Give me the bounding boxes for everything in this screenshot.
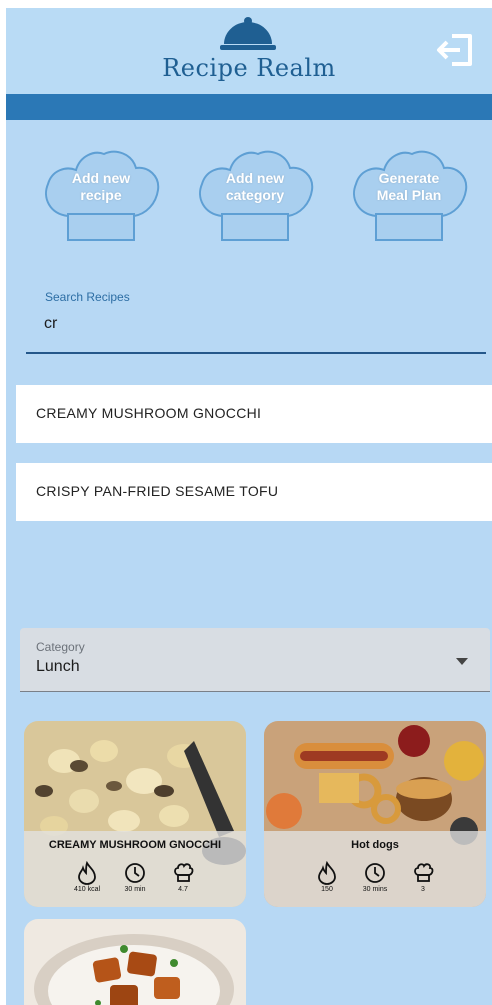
- calories-stat: 150: [302, 861, 352, 905]
- rating-stat: 3: [398, 861, 448, 905]
- search-input[interactable]: [36, 308, 476, 340]
- card-info-panel: CREAMY MUSHROOM GNOCCHI 410 kcal 30 min: [24, 831, 246, 907]
- card-title: Hot dogs: [351, 839, 399, 851]
- calories-stat: 410 kcal: [62, 861, 112, 905]
- recipe-card[interactable]: Hot dogs 150 30 mins 3: [264, 721, 486, 907]
- add-new-recipe-label: Add new recipe: [71, 170, 131, 203]
- recipe-card[interactable]: [24, 919, 246, 1005]
- generate-meal-plan-button[interactable]: Generate Meal Plan: [346, 140, 472, 242]
- recipe-photo-sesame-tofu: [24, 919, 246, 1005]
- add-new-category-button[interactable]: Add new category: [192, 140, 318, 242]
- generate-meal-plan-label: Generate Meal Plan: [376, 170, 442, 203]
- flame-icon: [78, 861, 96, 885]
- clock-icon: [125, 863, 145, 883]
- add-new-category-label: Add new category: [225, 170, 285, 203]
- flame-icon: [318, 861, 336, 885]
- header-band: [6, 94, 492, 120]
- dropdown-arrow-icon: [456, 658, 468, 665]
- rating-stat: 4.7: [158, 861, 208, 905]
- time-stat: 30 min: [110, 861, 160, 905]
- category-value: Lunch: [36, 658, 80, 675]
- cloche-icon: [220, 17, 276, 50]
- time-value: 30 min: [124, 886, 146, 893]
- app-screen: Recipe Realm Add new recipe Add new cate…: [6, 8, 492, 1005]
- card-title: CREAMY MUSHROOM GNOCCHI: [48, 839, 222, 851]
- add-new-recipe-button[interactable]: Add new recipe: [38, 140, 164, 242]
- category-select[interactable]: Category Lunch: [20, 628, 490, 692]
- card-stats: 150 30 mins 3: [264, 861, 486, 905]
- card-stats: 410 kcal 30 min 4.7: [24, 861, 246, 905]
- clock-icon: [365, 863, 385, 883]
- app-header: Recipe Realm: [6, 8, 492, 94]
- logout-icon[interactable]: [436, 30, 476, 70]
- rating-value: 3: [421, 886, 425, 893]
- recipe-card[interactable]: CREAMY MUSHROOM GNOCCHI 410 kcal 30 min: [24, 721, 246, 907]
- search-result-item[interactable]: CRISPY PAN-FRIED SESAME TOFU: [16, 463, 492, 521]
- time-value: 30 mins: [362, 886, 388, 893]
- search-result-item[interactable]: CREAMY MUSHROOM GNOCCHI: [16, 385, 492, 443]
- search-result-label: CRISPY PAN-FRIED SESAME TOFU: [36, 483, 279, 499]
- time-stat: 30 mins: [350, 861, 400, 905]
- rating-value: 4.7: [178, 886, 188, 893]
- app-title: Recipe Realm: [162, 54, 336, 82]
- card-info-panel: Hot dogs 150 30 mins 3: [264, 831, 486, 907]
- search-result-label: CREAMY MUSHROOM GNOCCHI: [36, 405, 262, 421]
- search-label: Search Recipes: [45, 290, 130, 304]
- category-label: Category: [36, 640, 85, 654]
- calories-value: 150: [321, 886, 333, 893]
- search-underline: [26, 352, 486, 354]
- calories-value: 410 kcal: [73, 886, 101, 893]
- chef-hat-icon: [174, 863, 194, 882]
- chef-hat-icon: [414, 863, 434, 882]
